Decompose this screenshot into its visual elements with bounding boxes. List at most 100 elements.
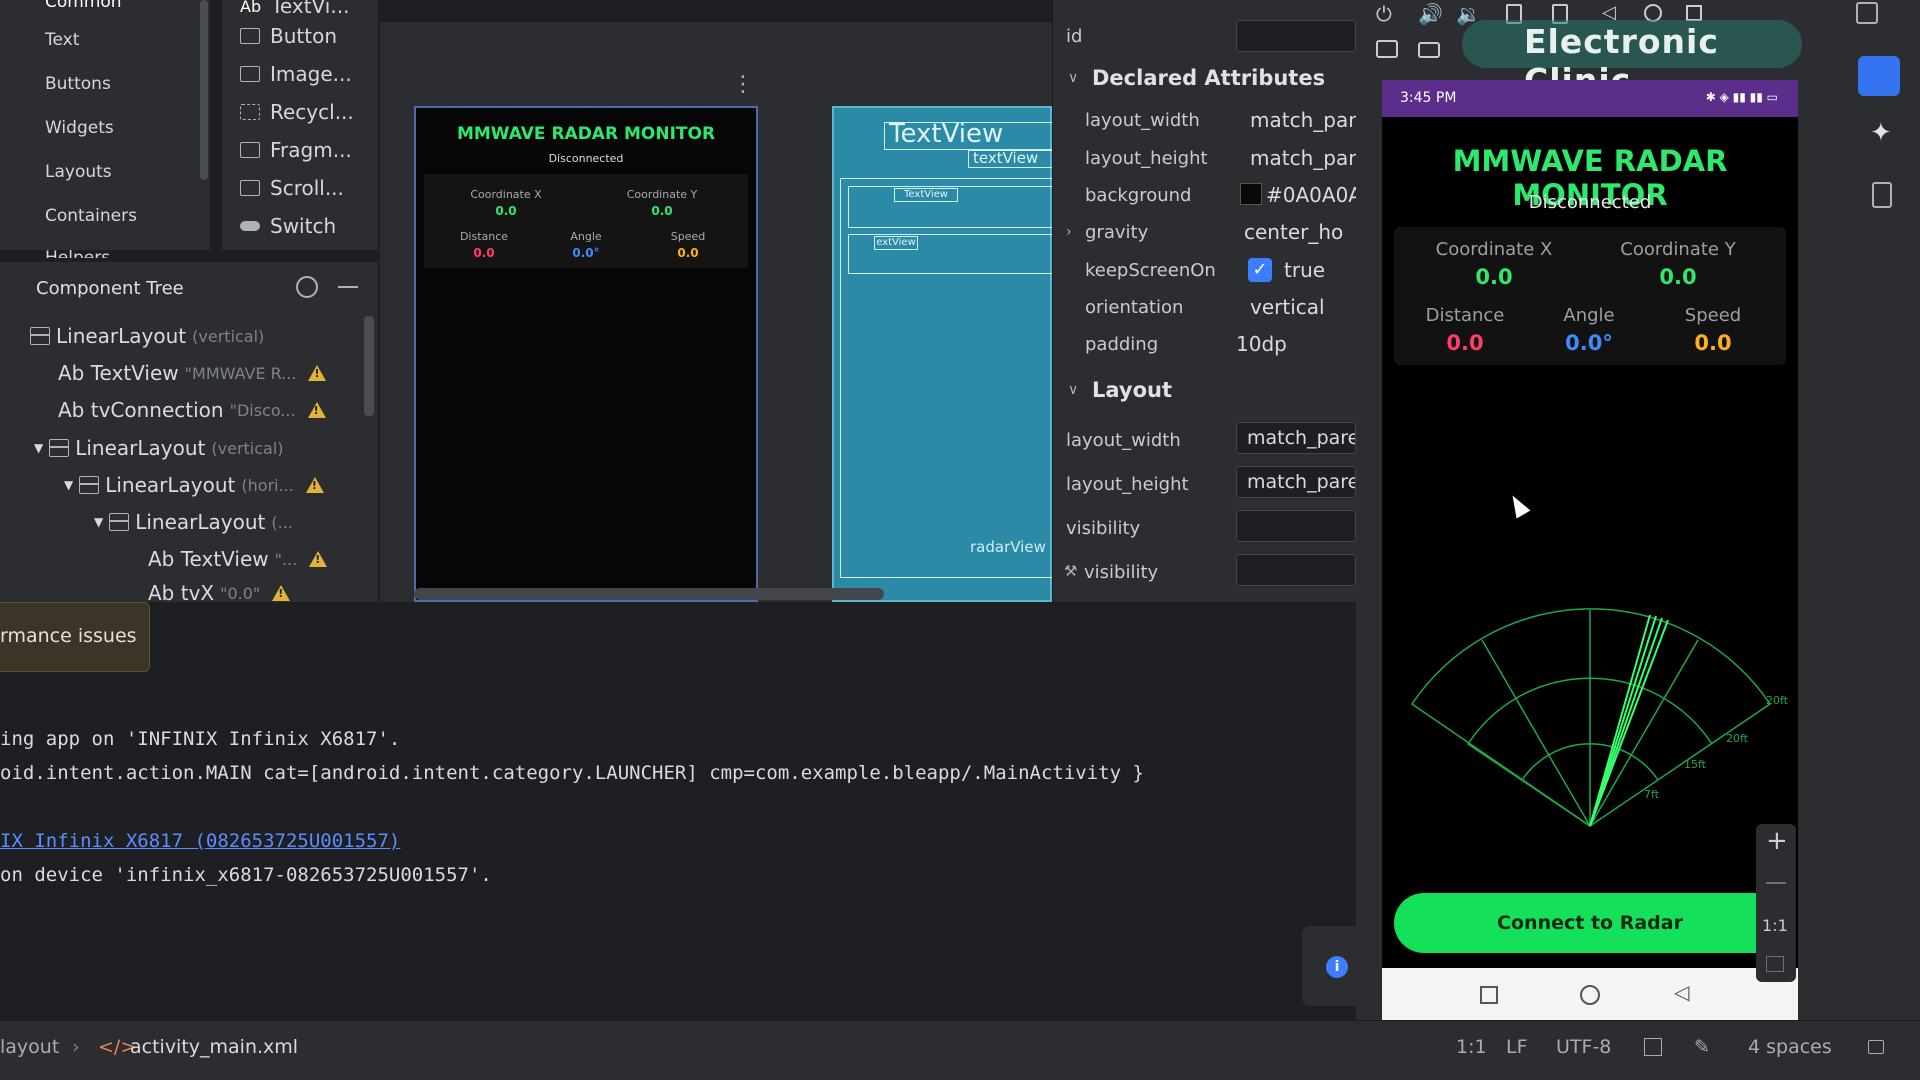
attr-value[interactable]: match_pare	[1250, 108, 1368, 132]
inspection-icon[interactable]: ✎	[1694, 1036, 1710, 1058]
running-devices-icon[interactable]	[1858, 56, 1900, 96]
chevron-down-icon[interactable]: ▼	[94, 515, 103, 529]
record-icon[interactable]	[1418, 42, 1440, 58]
category-buttons[interactable]: Buttons	[45, 74, 111, 94]
breadcrumb-layout[interactable]: layout	[0, 1036, 59, 1058]
overview-icon[interactable]	[1686, 5, 1702, 21]
performance-toast[interactable]: rmance issues	[0, 602, 150, 672]
line-separator[interactable]: LF	[1506, 1036, 1528, 1058]
checkbox-checked-icon[interactable]: ✓	[1248, 258, 1272, 282]
preview-coord-y: 0.0	[651, 204, 673, 218]
connect-button[interactable]: Connect to Radar	[1394, 893, 1786, 953]
tree-row[interactable]: ▼ LinearLayout (vertical)	[34, 436, 284, 460]
home-icon[interactable]	[1580, 985, 1600, 1005]
tree-row[interactable]: Ab tvX "0.0"	[148, 584, 291, 602]
info-icon[interactable]: i	[1326, 956, 1348, 978]
category-common[interactable]: Common	[45, 0, 122, 12]
visibility-field[interactable]	[1236, 510, 1356, 542]
attr-value[interactable]: true	[1284, 258, 1325, 282]
preview-coord-x-label: Coordinate X	[470, 188, 542, 201]
zoom-controls: + 1:1	[1756, 824, 1796, 982]
palette-item-button[interactable]: Button	[240, 24, 337, 48]
attr-value[interactable]: #0A0A0A	[1266, 183, 1362, 207]
connection-status: Disconnected	[1528, 192, 1652, 213]
tree-row[interactable]: Ab TextView "...	[148, 547, 328, 571]
layout-section-title[interactable]: Layout	[1092, 378, 1172, 402]
attr-name: orientation	[1085, 297, 1184, 318]
attr-value[interactable]: match_pare	[1250, 146, 1368, 170]
attr-name: visibility	[1066, 518, 1141, 539]
category-widgets[interactable]: Widgets	[45, 118, 114, 138]
palette-item-recycler[interactable]: Recycl...	[240, 100, 354, 124]
fit-screen-icon[interactable]	[1766, 956, 1784, 972]
canvas-scrollbar[interactable]	[414, 588, 884, 600]
preview-distance: 0.0	[473, 246, 495, 260]
declared-attributes-title[interactable]: Declared Attributes	[1092, 66, 1325, 90]
breadcrumb-file[interactable]: activity_main.xml	[130, 1036, 298, 1058]
lock-icon[interactable]	[1868, 1040, 1884, 1054]
attr-value[interactable]: 10dp	[1236, 332, 1287, 356]
preview-angle: 0.0°	[572, 246, 600, 260]
indent-setting[interactable]: 4 spaces	[1748, 1036, 1832, 1058]
list-icon	[240, 104, 260, 120]
layout-width-field[interactable]: match_pare	[1236, 422, 1356, 454]
coord-x-label: Coordinate X	[1435, 239, 1553, 260]
file-encoding[interactable]: UTF-8	[1556, 1036, 1611, 1058]
cursor-position[interactable]: 1:1	[1456, 1036, 1487, 1058]
chevron-down-icon[interactable]: ∨	[1068, 70, 1078, 86]
sparkle-icon[interactable]: ✦	[1870, 118, 1892, 148]
category-text[interactable]: Text	[45, 30, 79, 50]
back-icon[interactable]: ◁	[1674, 980, 1689, 1004]
attr-id-label: id	[1066, 26, 1083, 47]
recents-icon[interactable]	[1480, 986, 1498, 1004]
layout-height-field[interactable]: match_pare	[1236, 466, 1356, 498]
screenshot-icon[interactable]	[1376, 40, 1398, 58]
chevron-down-icon[interactable]: ▼	[34, 441, 43, 455]
chevron-right-icon[interactable]: ›	[1066, 224, 1072, 240]
tree-row[interactable]: ▼ LinearLayout (...	[94, 510, 293, 534]
category-containers[interactable]: Containers	[45, 206, 137, 226]
component-tree: Component Tree LinearLayout (vertical) Ab…	[0, 262, 378, 602]
power-icon[interactable]: ⏻	[1376, 2, 1392, 26]
preview-status: Disconnected	[548, 152, 624, 165]
blueprint-view[interactable]: TextView textView TextView extView radar…	[832, 106, 1054, 602]
tree-row[interactable]: ▼ LinearLayout (hori...	[64, 473, 324, 497]
zoom-in-icon[interactable]: +	[1766, 826, 1788, 856]
minimize-icon[interactable]	[338, 286, 358, 288]
palette-item-fragment[interactable]: Fragm...	[240, 138, 352, 162]
design-preview[interactable]: MMWAVE RADAR MONITOR Disconnected Coordi…	[414, 106, 758, 602]
palette-item-image[interactable]: Image...	[240, 62, 352, 86]
chevron-down-icon[interactable]: ▼	[64, 478, 73, 492]
tree-row[interactable]: Ab tvConnection "Disco...	[58, 398, 326, 422]
gear-icon[interactable]	[296, 276, 318, 298]
id-field[interactable]	[1236, 20, 1356, 52]
tools-visibility-field[interactable]	[1236, 554, 1356, 586]
palette-item-switch[interactable]: Switch	[240, 214, 336, 238]
coord-y-label: Coordinate Y	[1620, 239, 1736, 260]
notification-tab[interactable]: i	[1302, 926, 1356, 1006]
category-layouts[interactable]: Layouts	[45, 162, 112, 182]
more-options-icon[interactable]: ⋮	[732, 72, 754, 97]
color-swatch[interactable]	[1240, 183, 1262, 205]
zoom-out-icon[interactable]	[1766, 882, 1786, 884]
tree-scrollbar[interactable]	[364, 316, 374, 416]
tree-row[interactable]: LinearLayout (vertical)	[30, 324, 264, 348]
category-helpers[interactable]: Helpers	[45, 248, 110, 258]
radar-range-label: 20ft	[1726, 732, 1749, 745]
attr-value[interactable]: vertical	[1250, 295, 1325, 319]
volume-up-icon[interactable]: 🔊	[1418, 2, 1443, 26]
readonly-icon[interactable]	[1644, 1038, 1662, 1056]
attr-value[interactable]: center_ho	[1244, 220, 1343, 244]
phone-screen[interactable]: 3:45 PM ✱ ◈ ▮▮ ▮▮ ▭ MMWAVE RADAR MONITOR…	[1382, 80, 1798, 1022]
palette-item-scroll[interactable]: Scroll...	[240, 176, 344, 200]
palette-scrollbar[interactable]	[200, 0, 208, 180]
tree-row[interactable]: Ab TextView "MMWAVE R...	[58, 361, 327, 385]
zoom-reset[interactable]: 1:1	[1762, 916, 1788, 935]
device-explorer-icon[interactable]	[1872, 182, 1892, 208]
chevron-down-icon[interactable]: ∨	[1068, 382, 1078, 398]
palette-item-textview[interactable]: Ab TextVi...	[240, 0, 349, 18]
radar-outer-arc	[1410, 608, 1772, 827]
log-line: on device 'infinix_x6817-082653725U00155…	[0, 864, 492, 886]
device-link[interactable]: IX Infinix X6817 (082653725U001557)	[0, 830, 400, 852]
device-manager-icon[interactable]	[1856, 2, 1878, 24]
